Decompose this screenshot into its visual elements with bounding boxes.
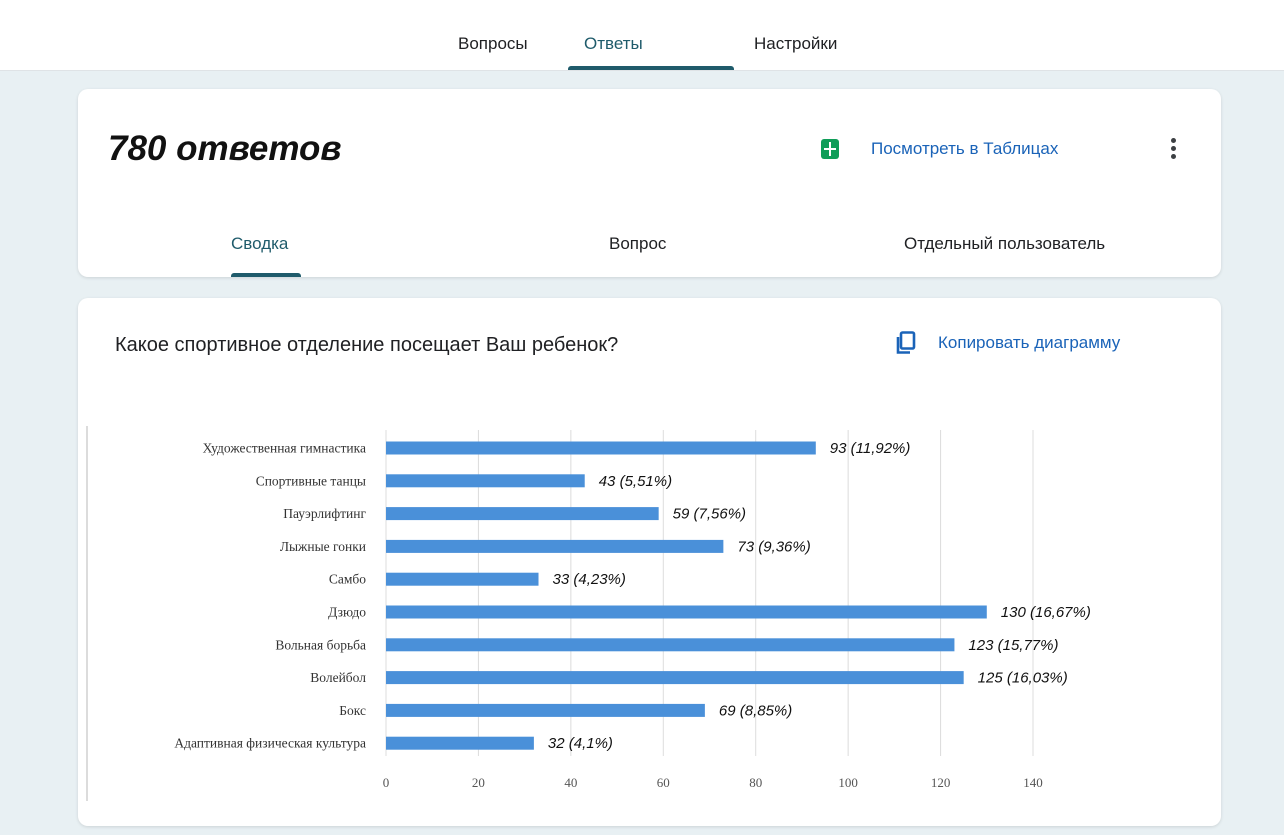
bar [386, 539, 724, 553]
bar [386, 474, 585, 488]
x-tick-label: 80 [749, 775, 762, 790]
bar [386, 638, 955, 652]
category-label: Дзюдо [328, 605, 366, 620]
x-tick-label: 0 [383, 775, 390, 790]
bar [386, 671, 964, 685]
tab-summary[interactable]: Сводка [231, 234, 288, 254]
tab-settings[interactable]: Настройки [754, 34, 837, 54]
data-label: 125 (16,03%) [978, 670, 1068, 687]
bar [386, 441, 816, 455]
data-label: 73 (9,36%) [737, 538, 810, 555]
summary-tab-indicator [231, 273, 301, 277]
more-vert-icon[interactable] [1166, 137, 1180, 161]
category-label: Адаптивная физическая культура [174, 736, 366, 751]
category-label: Волейбол [310, 670, 366, 685]
bar [386, 507, 659, 521]
bar [386, 703, 705, 717]
data-label: 33 (4,23%) [553, 571, 626, 588]
x-tick-label: 120 [931, 775, 951, 790]
data-label: 43 (5,51%) [599, 473, 672, 490]
data-label: 123 (15,77%) [968, 637, 1058, 654]
category-label: Пауэрлифтинг [283, 506, 366, 521]
tab-questions[interactable]: Вопросы [458, 34, 528, 54]
tab-responses[interactable]: Ответы [584, 34, 643, 54]
tab-individual[interactable]: Отдельный пользователь [904, 234, 1105, 254]
tab-question[interactable]: Вопрос [609, 234, 666, 254]
bar [386, 572, 539, 586]
view-in-sheets-link[interactable]: Посмотреть в Таблицах [871, 139, 1058, 159]
category-label: Художественная гимнастика [203, 441, 366, 456]
category-label: Самбо [329, 572, 366, 587]
category-label: Вольная борьба [275, 637, 366, 652]
data-label: 93 (11,92%) [830, 440, 911, 457]
category-label: Бокс [339, 703, 366, 718]
bar [386, 736, 534, 750]
category-label: Спортивные танцы [256, 473, 366, 488]
question-chart-card: Какое спортивное отделение посещает Ваш … [78, 298, 1221, 826]
x-tick-label: 20 [472, 775, 485, 790]
sheets-icon[interactable] [821, 139, 839, 159]
data-label: 69 (8,85%) [719, 702, 792, 719]
top-nav-bar: Вопросы Ответы Настройки [0, 0, 1284, 71]
active-tab-indicator [568, 66, 734, 70]
bar [386, 605, 987, 619]
responses-count-title: 780 ответов [108, 129, 342, 168]
data-label: 59 (7,56%) [673, 506, 746, 523]
data-label: 32 (4,1%) [548, 735, 613, 752]
responses-summary-card: 780 ответов Посмотреть в Таблицах Сводка… [78, 89, 1221, 277]
x-tick-label: 140 [1023, 775, 1043, 790]
x-tick-label: 100 [838, 775, 858, 790]
x-tick-label: 40 [564, 775, 577, 790]
category-label: Лыжные гонки [280, 539, 366, 554]
bar-chart: 0 20 40 60 80 100 120 140 Художественная гимнаст… [86, 426, 1091, 801]
x-tick-label: 60 [657, 775, 670, 790]
data-label: 130 (16,67%) [1001, 604, 1091, 621]
